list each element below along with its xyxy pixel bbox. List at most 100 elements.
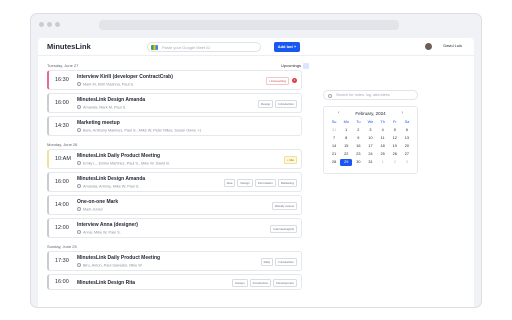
calendar-day[interactable]: 2 bbox=[352, 127, 364, 134]
tag-chip[interactable]: Development bbox=[273, 279, 297, 287]
attendee-names: Amanda, Mark M, Paul S. bbox=[83, 105, 127, 110]
tag-chip[interactable]: Design bbox=[257, 100, 274, 108]
browser-window: MinutesLink Paste your Google Meet ID Ad… bbox=[30, 13, 482, 308]
tag-chip[interactable]: Weekly review bbox=[271, 202, 297, 210]
meeting-title[interactable]: MinutesLink Daily Product Meeting bbox=[77, 153, 160, 159]
tag-chip[interactable]: Design bbox=[232, 279, 248, 287]
tag-chip[interactable]: Marketing bbox=[277, 179, 297, 187]
user-icon bbox=[77, 82, 81, 86]
calendar-day[interactable]: 7 bbox=[328, 135, 340, 142]
meeting-title[interactable]: MinutesLink Design Amanda bbox=[77, 97, 145, 103]
top-bar: MinutesLink Paste your Google Meet ID Ad… bbox=[38, 38, 474, 56]
meeting-title[interactable]: One-on-one Mark bbox=[77, 199, 118, 205]
tag-chip[interactable]: Daily bbox=[260, 258, 274, 266]
user-icon bbox=[77, 128, 81, 132]
calendar-day[interactable]: 17 bbox=[364, 143, 376, 150]
attendee-names: Emily L., Emilio Martinez, Paul S., Mike… bbox=[83, 161, 170, 166]
user-icon bbox=[77, 263, 81, 267]
meeting-card[interactable]: 12:00 Interview Anna (designer) Anna, Mike… bbox=[47, 218, 302, 238]
meeting-title[interactable]: Interview Kirill (developer ContractCrab… bbox=[77, 74, 173, 80]
calendar-day[interactable]: 24 bbox=[364, 151, 376, 158]
tag-chip[interactable]: Idea bbox=[223, 179, 236, 187]
calendar-day[interactable]: 13 bbox=[401, 135, 413, 142]
calendar-day[interactable]: 3 bbox=[364, 127, 376, 134]
calendar-day[interactable]: 31 bbox=[328, 127, 340, 134]
filter-icon[interactable] bbox=[303, 63, 309, 69]
calendar-day[interactable]: 27 bbox=[401, 151, 413, 158]
user-icon bbox=[77, 184, 81, 188]
meeting-card[interactable]: 16:00 MinutesLink Design Amanda Amanda, Ma… bbox=[47, 93, 302, 113]
calendar-day[interactable]: 5 bbox=[389, 127, 401, 134]
upcoming-filter[interactable]: Upcomings bbox=[281, 63, 301, 68]
calendar-day[interactable]: 9 bbox=[352, 135, 364, 142]
calendar-day[interactable]: 10 bbox=[364, 135, 376, 142]
notes-search-input[interactable]: Search for notes, log, attendees bbox=[323, 90, 418, 100]
meeting-title[interactable]: MinutesLink Design Rita bbox=[77, 280, 135, 286]
calendar-day[interactable]: 6 bbox=[401, 127, 413, 134]
meeting-card[interactable]: 14:00 One-on-one Mark Mark Junior Weekly re… bbox=[47, 195, 302, 215]
add-bot-button[interactable]: Add bot + bbox=[274, 42, 300, 52]
calendar-day[interactable]: 19 bbox=[389, 143, 401, 150]
tag-chip[interactable]: Interviewing(rd) bbox=[270, 225, 297, 233]
window-dot[interactable] bbox=[55, 22, 60, 27]
meeting-tags: Design Introduction bbox=[257, 100, 297, 108]
calendar-day[interactable]: 15 bbox=[340, 143, 352, 150]
user-name[interactable]: David Luis bbox=[443, 43, 462, 48]
meeting-attendees: Amanda, Mark M, Paul S. bbox=[77, 105, 126, 110]
calendar-day[interactable]: 11 bbox=[377, 135, 389, 142]
calendar-day[interactable]: 16 bbox=[352, 143, 364, 150]
meeting-tags: Idea Design Information Marketing bbox=[223, 179, 297, 187]
tag-chip[interactable]: Introduction bbox=[249, 279, 272, 287]
calendar-day[interactable]: 25 bbox=[377, 151, 389, 158]
meeting-title[interactable]: Marketing meetup bbox=[77, 120, 120, 126]
user-icon bbox=[77, 207, 81, 211]
calendar-day[interactable]: 26 bbox=[389, 151, 401, 158]
calendar-day[interactable]: 3 bbox=[401, 159, 413, 166]
meeting-card[interactable]: 16:30 Interview Kirill (developer Contrac… bbox=[47, 70, 302, 90]
address-bar[interactable] bbox=[99, 20, 399, 30]
calendar-day[interactable]: 12 bbox=[389, 135, 401, 142]
calendar-day[interactable]: 14 bbox=[328, 143, 340, 150]
meet-id-placeholder: Paste your Google Meet ID bbox=[162, 45, 211, 50]
calendar-day-selected[interactable]: 29 bbox=[340, 159, 353, 166]
meeting-tags: Daily Introduction bbox=[260, 258, 297, 266]
tag-chip[interactable]: Design bbox=[237, 179, 253, 187]
meeting-card[interactable]: 16:00 MinutesLink Design Amanda Amanda, An… bbox=[47, 172, 302, 192]
meeting-card[interactable]: 17:30 MinutesLink Daily Product Meeting Bi… bbox=[47, 251, 302, 271]
calendar-day[interactable]: 30 bbox=[352, 159, 364, 166]
tag-chip[interactable]: • Idle bbox=[284, 156, 297, 164]
calendar-day[interactable]: 28 bbox=[328, 159, 340, 166]
calendar-day[interactable]: 18 bbox=[377, 143, 389, 150]
window-dot[interactable] bbox=[39, 22, 44, 27]
calendar-day[interactable]: 21 bbox=[328, 151, 340, 158]
meeting-title[interactable]: MinutesLink Design Amanda bbox=[77, 176, 145, 182]
calendar-day[interactable]: 20 bbox=[401, 143, 413, 150]
calendar-day[interactable]: 2 bbox=[389, 159, 401, 166]
attendee-names: Biru, Anton, Paul Salvador, Mike W bbox=[83, 263, 142, 268]
calendar-day[interactable]: 31 bbox=[364, 159, 376, 166]
chevron-right-icon[interactable]: › bbox=[401, 110, 403, 116]
weekday-label: Mo bbox=[343, 120, 349, 124]
meeting-card[interactable]: 10:AM MinutesLink Daily Product Meeting Em… bbox=[47, 149, 302, 169]
meeting-title[interactable]: MinutesLink Daily Product Meeting bbox=[77, 255, 160, 261]
tag-chip[interactable]: • Connecting bbox=[265, 77, 289, 85]
calendar-day[interactable]: 23 bbox=[352, 151, 364, 158]
avatar[interactable] bbox=[425, 43, 432, 50]
tag-chip[interactable]: Introduction bbox=[275, 258, 297, 266]
tag-chip[interactable]: Information bbox=[254, 179, 276, 187]
calendar-day[interactable]: 4 bbox=[377, 127, 389, 134]
meeting-card[interactable]: 14:30 Marketing meetup Baru, Anthony Manin… bbox=[47, 116, 302, 136]
browser-chrome bbox=[31, 14, 481, 38]
attendee-names: Mark M, Kirill Vlashna, Paul S. bbox=[83, 82, 135, 87]
calendar-day[interactable]: 22 bbox=[340, 151, 352, 158]
meeting-card[interactable]: 16:00 MinutesLink Design Rita Design Introd… bbox=[47, 274, 302, 290]
calendar: ‹ February, 2024 › Su Mo Tu We Th Fr Sa 31 1 2 3 4 5… bbox=[323, 106, 418, 174]
calendar-day[interactable]: 8 bbox=[340, 135, 352, 142]
app-logo[interactable]: MinutesLink bbox=[47, 42, 91, 51]
meet-id-input[interactable]: Paste your Google Meet ID bbox=[147, 42, 261, 52]
calendar-day[interactable]: 1 bbox=[377, 159, 389, 166]
tag-chip[interactable]: Introduction bbox=[275, 100, 297, 108]
meeting-title[interactable]: Interview Anna (designer) bbox=[77, 222, 138, 228]
calendar-day[interactable]: 1 bbox=[340, 127, 352, 134]
window-dot[interactable] bbox=[47, 22, 52, 27]
